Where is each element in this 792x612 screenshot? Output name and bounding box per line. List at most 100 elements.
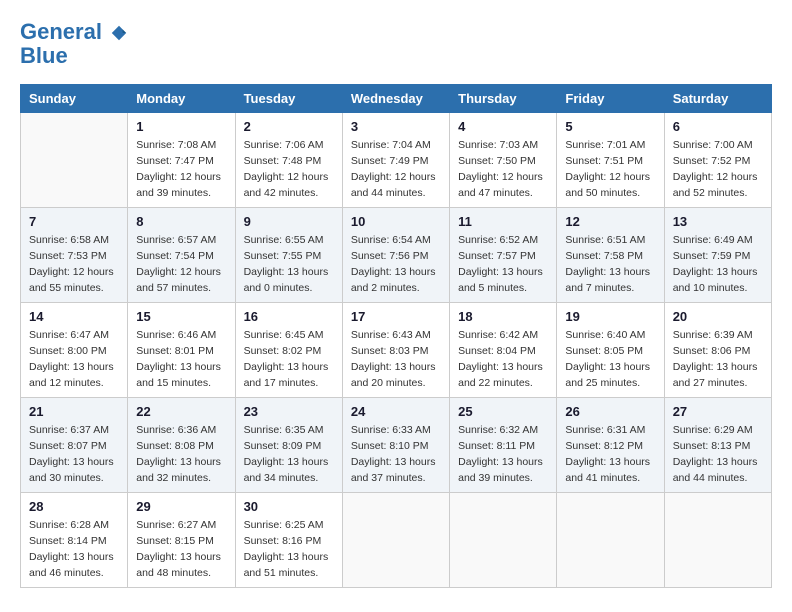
calendar-cell (664, 493, 771, 588)
page-header: General Blue (20, 20, 772, 68)
calendar-cell: 16 Sunrise: 6:45 AM Sunset: 8:02 PM Dayli… (235, 303, 342, 398)
logo-general: General (20, 19, 102, 44)
day-number: 14 (29, 309, 119, 324)
calendar-cell: 8 Sunrise: 6:57 AM Sunset: 7:54 PM Daylig… (128, 208, 235, 303)
day-info: Sunrise: 6:58 AM Sunset: 7:53 PM Dayligh… (29, 233, 119, 296)
logo-text: General (20, 20, 128, 44)
day-info: Sunrise: 6:25 AM Sunset: 8:16 PM Dayligh… (244, 518, 334, 581)
day-info: Sunrise: 6:31 AM Sunset: 8:12 PM Dayligh… (565, 423, 655, 486)
calendar-cell: 19 Sunrise: 6:40 AM Sunset: 8:05 PM Dayli… (557, 303, 664, 398)
day-number: 27 (673, 404, 763, 419)
calendar-cell: 24 Sunrise: 6:33 AM Sunset: 8:10 PM Dayli… (342, 398, 449, 493)
calendar-cell: 5 Sunrise: 7:01 AM Sunset: 7:51 PM Daylig… (557, 113, 664, 208)
logo-icon (110, 24, 128, 42)
day-number: 10 (351, 214, 441, 229)
weekday-header: Sunday (21, 85, 128, 113)
calendar-cell: 18 Sunrise: 6:42 AM Sunset: 8:04 PM Dayli… (450, 303, 557, 398)
day-info: Sunrise: 6:39 AM Sunset: 8:06 PM Dayligh… (673, 328, 763, 391)
calendar-week-row: 1 Sunrise: 7:08 AM Sunset: 7:47 PM Daylig… (21, 113, 772, 208)
day-number: 18 (458, 309, 548, 324)
day-info: Sunrise: 7:06 AM Sunset: 7:48 PM Dayligh… (244, 138, 334, 201)
day-info: Sunrise: 6:55 AM Sunset: 7:55 PM Dayligh… (244, 233, 334, 296)
calendar-cell: 20 Sunrise: 6:39 AM Sunset: 8:06 PM Dayli… (664, 303, 771, 398)
weekday-header: Thursday (450, 85, 557, 113)
day-number: 8 (136, 214, 226, 229)
calendar-cell: 23 Sunrise: 6:35 AM Sunset: 8:09 PM Dayli… (235, 398, 342, 493)
weekday-row: SundayMondayTuesdayWednesdayThursdayFrid… (21, 85, 772, 113)
calendar-body: 1 Sunrise: 7:08 AM Sunset: 7:47 PM Daylig… (21, 113, 772, 588)
day-number: 13 (673, 214, 763, 229)
calendar-cell: 14 Sunrise: 6:47 AM Sunset: 8:00 PM Dayli… (21, 303, 128, 398)
day-number: 1 (136, 119, 226, 134)
calendar-cell: 4 Sunrise: 7:03 AM Sunset: 7:50 PM Daylig… (450, 113, 557, 208)
day-number: 17 (351, 309, 441, 324)
day-info: Sunrise: 6:54 AM Sunset: 7:56 PM Dayligh… (351, 233, 441, 296)
day-info: Sunrise: 7:04 AM Sunset: 7:49 PM Dayligh… (351, 138, 441, 201)
day-info: Sunrise: 6:37 AM Sunset: 8:07 PM Dayligh… (29, 423, 119, 486)
day-number: 28 (29, 499, 119, 514)
day-info: Sunrise: 6:49 AM Sunset: 7:59 PM Dayligh… (673, 233, 763, 296)
calendar-cell (21, 113, 128, 208)
day-number: 29 (136, 499, 226, 514)
calendar-cell: 6 Sunrise: 7:00 AM Sunset: 7:52 PM Daylig… (664, 113, 771, 208)
calendar-cell (557, 493, 664, 588)
calendar-cell: 29 Sunrise: 6:27 AM Sunset: 8:15 PM Dayli… (128, 493, 235, 588)
calendar-cell: 3 Sunrise: 7:04 AM Sunset: 7:49 PM Daylig… (342, 113, 449, 208)
calendar-cell: 12 Sunrise: 6:51 AM Sunset: 7:58 PM Dayli… (557, 208, 664, 303)
day-number: 7 (29, 214, 119, 229)
calendar-cell: 2 Sunrise: 7:06 AM Sunset: 7:48 PM Daylig… (235, 113, 342, 208)
day-number: 5 (565, 119, 655, 134)
calendar-cell: 28 Sunrise: 6:28 AM Sunset: 8:14 PM Dayli… (21, 493, 128, 588)
day-info: Sunrise: 6:42 AM Sunset: 8:04 PM Dayligh… (458, 328, 548, 391)
weekday-header: Friday (557, 85, 664, 113)
day-info: Sunrise: 7:01 AM Sunset: 7:51 PM Dayligh… (565, 138, 655, 201)
day-info: Sunrise: 6:45 AM Sunset: 8:02 PM Dayligh… (244, 328, 334, 391)
day-info: Sunrise: 6:47 AM Sunset: 8:00 PM Dayligh… (29, 328, 119, 391)
day-info: Sunrise: 6:52 AM Sunset: 7:57 PM Dayligh… (458, 233, 548, 296)
day-number: 2 (244, 119, 334, 134)
calendar-week-row: 7 Sunrise: 6:58 AM Sunset: 7:53 PM Daylig… (21, 208, 772, 303)
day-info: Sunrise: 6:43 AM Sunset: 8:03 PM Dayligh… (351, 328, 441, 391)
day-number: 24 (351, 404, 441, 419)
day-info: Sunrise: 6:51 AM Sunset: 7:58 PM Dayligh… (565, 233, 655, 296)
day-info: Sunrise: 7:00 AM Sunset: 7:52 PM Dayligh… (673, 138, 763, 201)
calendar-table: SundayMondayTuesdayWednesdayThursdayFrid… (20, 84, 772, 588)
day-info: Sunrise: 7:08 AM Sunset: 7:47 PM Dayligh… (136, 138, 226, 201)
day-number: 26 (565, 404, 655, 419)
calendar-cell: 9 Sunrise: 6:55 AM Sunset: 7:55 PM Daylig… (235, 208, 342, 303)
calendar-cell: 15Sunrise: 6:46 AM Sunset: 8:01 PM Dayli… (128, 303, 235, 398)
calendar-cell: 13 Sunrise: 6:49 AM Sunset: 7:59 PM Dayli… (664, 208, 771, 303)
day-number: 4 (458, 119, 548, 134)
day-info: Sunrise: 6:29 AM Sunset: 8:13 PM Dayligh… (673, 423, 763, 486)
day-number: 9 (244, 214, 334, 229)
day-number: 30 (244, 499, 334, 514)
day-number: 25 (458, 404, 548, 419)
day-number: 23 (244, 404, 334, 419)
day-info: Sunrise: 7:03 AM Sunset: 7:50 PM Dayligh… (458, 138, 548, 201)
calendar-week-row: 28 Sunrise: 6:28 AM Sunset: 8:14 PM Dayli… (21, 493, 772, 588)
calendar-cell: 30 Sunrise: 6:25 AM Sunset: 8:16 PM Dayli… (235, 493, 342, 588)
weekday-header: Tuesday (235, 85, 342, 113)
day-number: 3 (351, 119, 441, 134)
calendar-cell: 10 Sunrise: 6:54 AM Sunset: 7:56 PM Dayli… (342, 208, 449, 303)
logo: General Blue (20, 20, 128, 68)
calendar-cell: 21Sunrise: 6:37 AM Sunset: 8:07 PM Dayli… (21, 398, 128, 493)
day-info: Sunrise: 6:33 AM Sunset: 8:10 PM Dayligh… (351, 423, 441, 486)
day-info: Sunrise: 6:57 AM Sunset: 7:54 PM Dayligh… (136, 233, 226, 296)
day-number: 19 (565, 309, 655, 324)
day-info: Sunrise: 6:40 AM Sunset: 8:05 PM Dayligh… (565, 328, 655, 391)
day-info: Sunrise: 6:46 AM Sunset: 8:01 PM Dayligh… (136, 328, 226, 391)
day-number: 12 (565, 214, 655, 229)
weekday-header: Saturday (664, 85, 771, 113)
weekday-header: Monday (128, 85, 235, 113)
day-info: Sunrise: 6:28 AM Sunset: 8:14 PM Dayligh… (29, 518, 119, 581)
day-number: 16 (244, 309, 334, 324)
day-info: Sunrise: 6:35 AM Sunset: 8:09 PM Dayligh… (244, 423, 334, 486)
calendar-header: SundayMondayTuesdayWednesdayThursdayFrid… (21, 85, 772, 113)
day-info: Sunrise: 6:27 AM Sunset: 8:15 PM Dayligh… (136, 518, 226, 581)
day-number: 20 (673, 309, 763, 324)
day-number: 6 (673, 119, 763, 134)
calendar-week-row: 21Sunrise: 6:37 AM Sunset: 8:07 PM Dayli… (21, 398, 772, 493)
calendar-cell (342, 493, 449, 588)
calendar-cell: 7 Sunrise: 6:58 AM Sunset: 7:53 PM Daylig… (21, 208, 128, 303)
